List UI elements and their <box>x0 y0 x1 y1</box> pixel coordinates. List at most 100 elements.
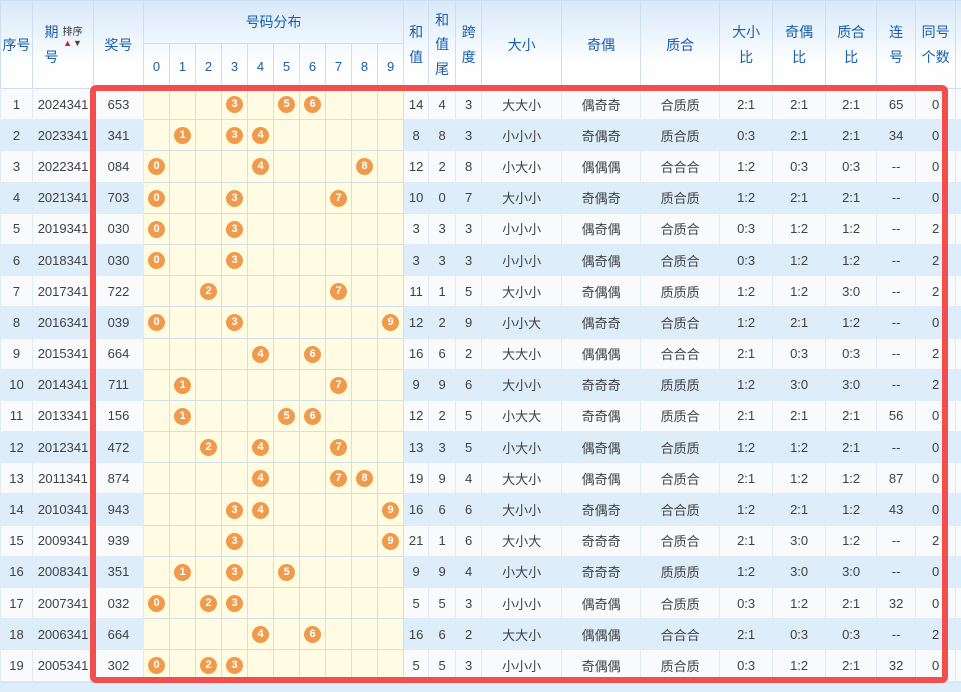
table-row: 16 2008341 351 1 3 5 9 9 4 小大小 奇奇奇 质质质 1… <box>1 556 961 587</box>
cell-digit-9 <box>378 244 404 275</box>
cell-spacer <box>956 151 961 182</box>
digit-ball-0: 0 <box>148 595 165 612</box>
cell-prime-ratio: 1:2 <box>826 307 877 338</box>
cell-consecutive: -- <box>877 619 916 650</box>
cell-prime-ratio: 3:0 <box>826 556 877 587</box>
cell-prize: 664 <box>94 338 144 369</box>
cell-consecutive: 32 <box>877 650 916 681</box>
cell-sum-tail: 9 <box>429 556 456 587</box>
cell-digit-1 <box>170 525 196 556</box>
cell-consecutive: -- <box>877 307 916 338</box>
cell-prize: 302 <box>94 650 144 681</box>
table-row: 3 2022341 084 0 4 8 12 2 8 小大小 偶偶偶 合合合 1… <box>1 151 961 182</box>
table-row: 15 2009341 939 3 9 21 1 6 大小大 奇奇奇 合质合 2:… <box>1 525 961 556</box>
cell-size: 大大小 <box>482 463 562 494</box>
col-header-parity-label: 奇偶 <box>587 37 615 53</box>
cell-digit-2 <box>196 369 222 400</box>
cell-sum-tail: 1 <box>429 525 456 556</box>
cell-digit-7 <box>326 650 352 681</box>
cell-digit-2 <box>196 151 222 182</box>
cell-sum: 13 <box>404 432 429 463</box>
cell-prize: 703 <box>94 182 144 213</box>
cell-parity: 偶奇偶 <box>562 463 641 494</box>
cell-size: 小小小 <box>482 588 562 619</box>
cell-digit-9: 9 <box>378 307 404 338</box>
cell-prime-ratio: 0:3 <box>826 619 877 650</box>
cell-span: 6 <box>456 369 482 400</box>
cell-consecutive: -- <box>877 432 916 463</box>
cell-digit-0: 0 <box>144 244 170 275</box>
cell-digit-1 <box>170 276 196 307</box>
cell-size-ratio: 0:3 <box>720 588 773 619</box>
cell-size-ratio: 1:2 <box>720 494 773 525</box>
cell-digit-3 <box>222 619 248 650</box>
cell-same-count: 2 <box>916 213 956 244</box>
digit-ball-8: 8 <box>356 470 373 487</box>
cell-seq: 8 <box>1 307 33 338</box>
cell-parity-ratio: 1:2 <box>773 588 826 619</box>
digit-header-4: 4 <box>248 44 274 89</box>
cell-span: 6 <box>456 494 482 525</box>
cell-same-count: 2 <box>916 276 956 307</box>
digit-ball-0: 0 <box>148 252 165 269</box>
digit-ball-1: 1 <box>174 377 191 394</box>
sort-ascending-icon[interactable]: ▲ <box>63 39 72 48</box>
cell-digit-1 <box>170 650 196 681</box>
cell-size: 大小小 <box>482 276 562 307</box>
table-row: 12 2012341 472 2 4 7 13 3 5 小大小 偶奇偶 合质质 … <box>1 432 961 463</box>
cell-size-ratio: 0:3 <box>720 213 773 244</box>
cell-digit-9 <box>378 556 404 587</box>
cell-prime-ratio: 1:2 <box>826 244 877 275</box>
cell-prime-ratio: 1:2 <box>826 463 877 494</box>
cell-digit-1: 1 <box>170 400 196 431</box>
cell-same-count: 0 <box>916 120 956 151</box>
cell-digit-3: 3 <box>222 244 248 275</box>
cell-digit-8 <box>352 120 378 151</box>
digit-header-1: 1 <box>170 44 196 89</box>
digit-header-3: 3 <box>222 44 248 89</box>
cell-sum: 16 <box>404 619 429 650</box>
cell-digit-4 <box>248 213 274 244</box>
cell-parity: 偶偶偶 <box>562 338 641 369</box>
cell-period: 2009341 <box>33 525 94 556</box>
cell-spacer <box>956 89 961 120</box>
sort-descending-icon[interactable]: ▼ <box>73 39 82 48</box>
cell-spacer <box>956 338 961 369</box>
cell-digit-3 <box>222 338 248 369</box>
cell-parity: 奇偶偶 <box>562 650 641 681</box>
cell-digit-2 <box>196 494 222 525</box>
cell-parity-ratio: 1:2 <box>773 213 826 244</box>
cell-digit-7 <box>326 494 352 525</box>
cell-same-count: 2 <box>916 369 956 400</box>
cell-digit-1: 1 <box>170 120 196 151</box>
cell-prime: 合合合 <box>641 619 720 650</box>
cell-spacer <box>956 120 961 151</box>
digit-ball-7: 7 <box>330 377 347 394</box>
cell-spacer <box>956 182 961 213</box>
cell-digit-2 <box>196 182 222 213</box>
digit-ball-5: 5 <box>278 96 295 113</box>
cell-digit-2 <box>196 619 222 650</box>
cell-digit-7 <box>326 619 352 650</box>
cell-prime: 质合质 <box>641 650 720 681</box>
cell-digit-9 <box>378 650 404 681</box>
cell-parity-ratio: 1:2 <box>773 432 826 463</box>
cell-digit-4: 4 <box>248 463 274 494</box>
table-row: 17 2007341 032 0 2 3 5 5 3 小小小 偶奇偶 合质质 0… <box>1 588 961 619</box>
cell-digit-0: 0 <box>144 588 170 619</box>
cell-digit-3 <box>222 151 248 182</box>
col-header-seq: 序号 <box>1 1 33 89</box>
cell-sum-tail: 2 <box>429 400 456 431</box>
col-header-consecutive: 连号 <box>877 1 916 89</box>
cell-digit-4: 4 <box>248 432 274 463</box>
cell-digit-5 <box>274 619 300 650</box>
cell-size: 大小小 <box>482 182 562 213</box>
digit-ball-4: 4 <box>252 158 269 175</box>
cell-span: 2 <box>456 338 482 369</box>
cell-prime-ratio: 2:1 <box>826 182 877 213</box>
cell-sum-tail: 4 <box>429 89 456 120</box>
cell-prime: 合质合 <box>641 213 720 244</box>
cell-prime-ratio: 2:1 <box>826 588 877 619</box>
cell-seq: 3 <box>1 151 33 182</box>
cell-sum: 16 <box>404 494 429 525</box>
